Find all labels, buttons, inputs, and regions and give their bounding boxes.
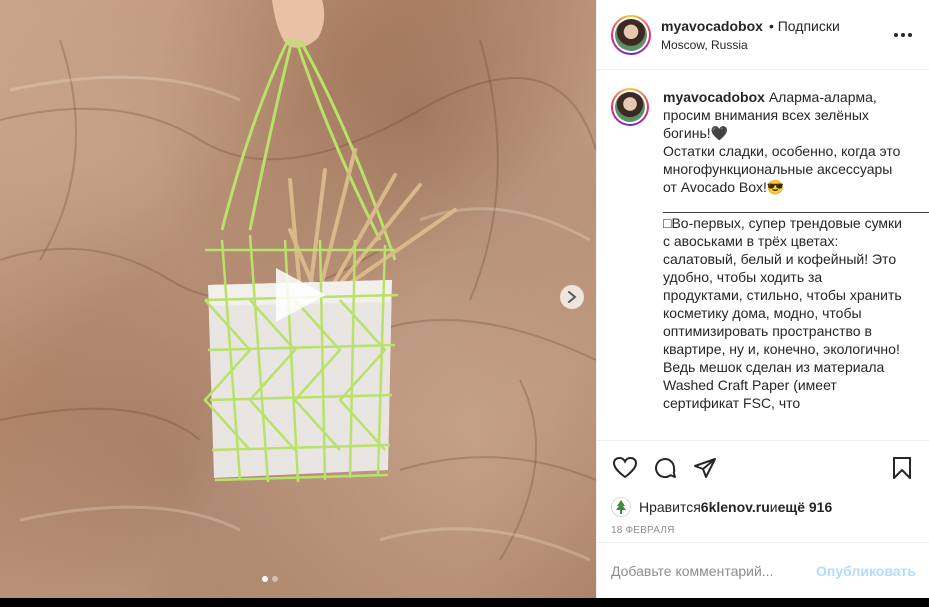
comment-icon[interactable] bbox=[651, 454, 679, 482]
add-comment-bar: Опубликовать bbox=[597, 542, 929, 598]
post-caption: myavocadobox Аларма-аларма, просим внима… bbox=[663, 88, 929, 440]
comments-area[interactable]: myavocadobox Аларма-аларма, просим внима… bbox=[597, 70, 929, 440]
avatar-image bbox=[615, 92, 645, 122]
heart-icon[interactable] bbox=[611, 454, 639, 482]
post-header: myavocadobox • Подписки Moscow, Russia bbox=[597, 0, 929, 70]
chevron-right-icon[interactable] bbox=[560, 285, 584, 309]
avatar-image bbox=[615, 18, 647, 51]
publish-button[interactable]: Опубликовать bbox=[816, 563, 916, 579]
post-location[interactable]: Moscow, Russia bbox=[661, 38, 891, 52]
likes-others[interactable]: ещё 916 bbox=[778, 499, 833, 515]
bottom-edge bbox=[0, 598, 929, 607]
caption-avatar[interactable] bbox=[611, 88, 649, 126]
comment-input[interactable] bbox=[611, 562, 817, 579]
post-media[interactable] bbox=[0, 0, 596, 598]
play-icon[interactable] bbox=[266, 262, 332, 328]
following-status[interactable]: • Подписки bbox=[769, 18, 840, 34]
avatar[interactable] bbox=[611, 14, 651, 55]
share-icon[interactable] bbox=[691, 454, 719, 482]
action-bar: Нравится 6klenov.ru и ещё 916 18 февраля bbox=[597, 440, 929, 536]
liker-avatar[interactable] bbox=[611, 497, 631, 517]
carousel-dot bbox=[272, 576, 278, 582]
liker-username[interactable]: 6klenov.ru bbox=[701, 499, 770, 515]
likes-middle: и bbox=[769, 499, 778, 515]
post-side-panel: myavocadobox • Подписки Moscow, Russia m… bbox=[596, 0, 929, 598]
bookmark-icon[interactable] bbox=[888, 454, 916, 482]
caption-username[interactable]: myavocadobox bbox=[663, 89, 765, 105]
more-icon[interactable] bbox=[891, 23, 915, 47]
carousel-dot-active bbox=[262, 576, 268, 582]
caption-text: Аларма-аларма, просим внимания всех зелё… bbox=[663, 89, 929, 411]
likes-summary: Нравится 6klenov.ru и ещё 916 bbox=[611, 497, 916, 517]
likes-prefix: Нравится bbox=[639, 499, 701, 515]
carousel-dots bbox=[262, 576, 278, 582]
author-username[interactable]: myavocadobox bbox=[661, 18, 763, 34]
post-date[interactable]: 18 февраля bbox=[611, 525, 916, 536]
